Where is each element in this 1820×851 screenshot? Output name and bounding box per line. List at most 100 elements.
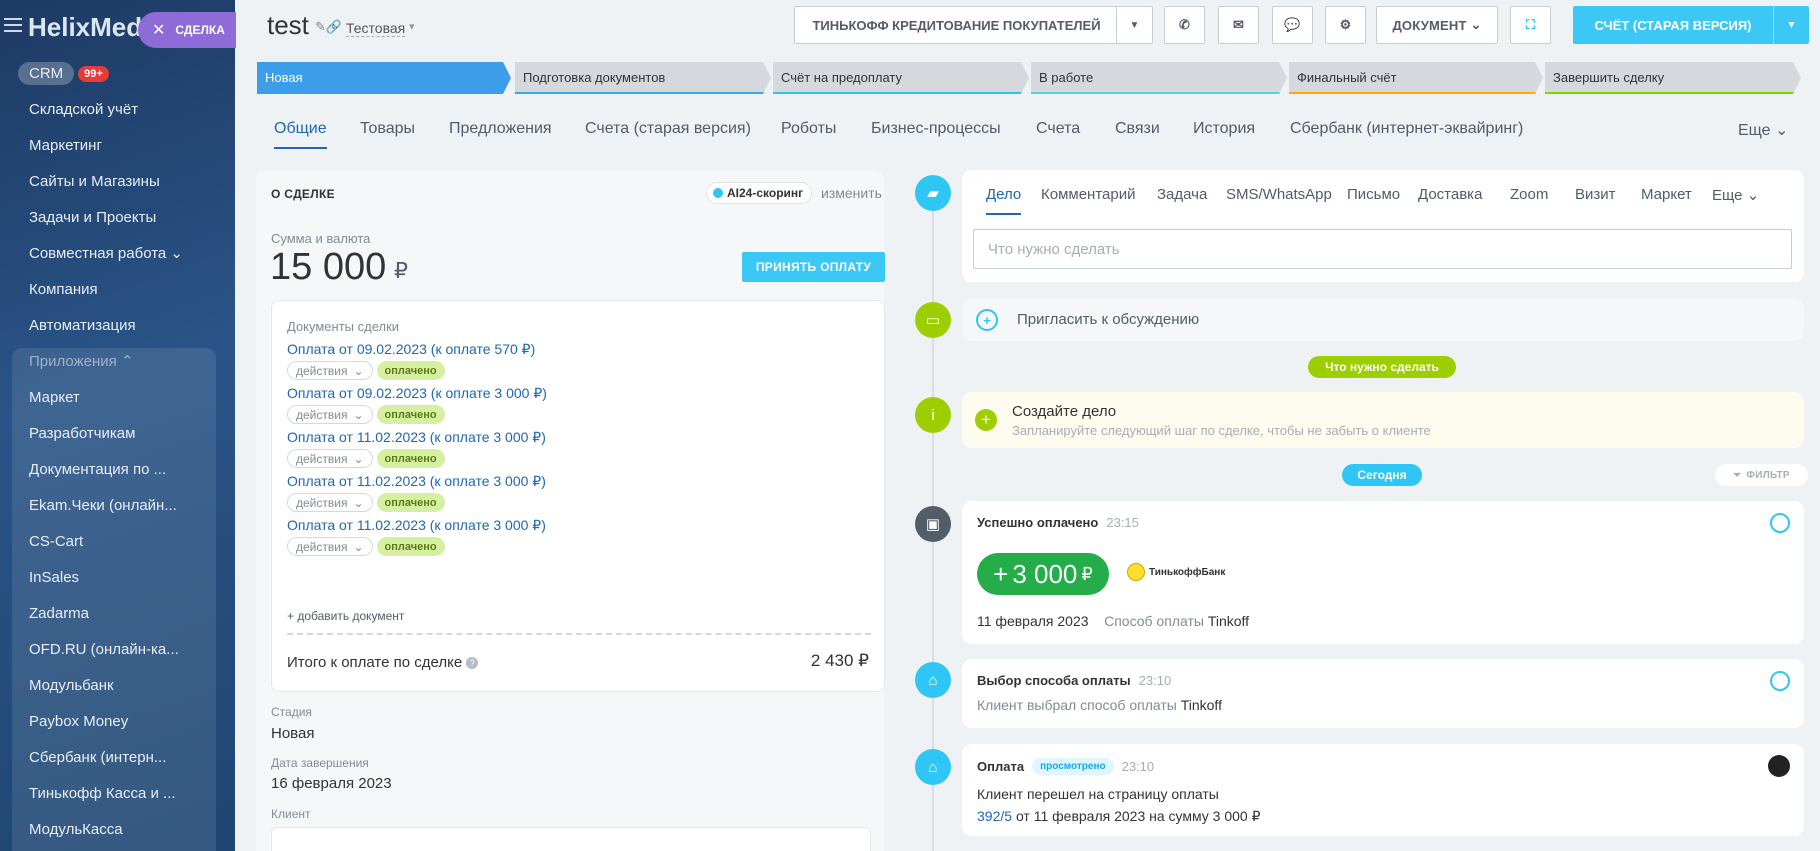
sidebar-item-tinkoff[interactable]: Тинькофф Касса и ...: [0, 776, 190, 812]
category-selector[interactable]: Тестовая: [346, 20, 406, 37]
ai-scoring-badge[interactable]: AI24-скоринг: [706, 182, 813, 204]
stage-final-invoice[interactable]: Финальный счёт: [1289, 62, 1543, 94]
tab-business-processes[interactable]: Бизнес-процессы: [871, 120, 1001, 138]
chat-button[interactable]: 💬: [1272, 6, 1313, 44]
tab-market[interactable]: Маркет: [1641, 186, 1692, 203]
accept-payment-button[interactable]: ПРИНЯТЬ ОПЛАТУ: [742, 252, 885, 282]
sidebar-item-modulbank[interactable]: Модульбанк: [0, 668, 190, 704]
sum-label: Сумма и валюта: [271, 231, 371, 246]
sidebar-item-cscart[interactable]: CS-Cart: [0, 524, 190, 560]
stage-prepay[interactable]: Счёт на предоплату: [773, 62, 1029, 94]
tab-activity[interactable]: Дело: [986, 186, 1022, 215]
tab-zoom[interactable]: Zoom: [1510, 186, 1548, 203]
tab-sms[interactable]: SMS/WhatsApp: [1226, 186, 1332, 203]
sidebar-item-sites[interactable]: Сайты и Магазины: [0, 164, 190, 200]
close-icon: ✕: [152, 22, 166, 39]
chevron-down-icon[interactable]: ▼: [1773, 6, 1809, 44]
tab-products[interactable]: Товары: [360, 120, 415, 138]
tab-links[interactable]: Связи: [1115, 120, 1160, 138]
document-link[interactable]: Оплата от 11.02.2023 (к оплате 3 000 ₽): [287, 429, 847, 446]
stage-new[interactable]: Новая: [257, 62, 511, 94]
tab-invoices-old[interactable]: Счета (старая версия): [585, 120, 751, 138]
document-link[interactable]: Оплата от 09.02.2023 (к оплате 3 000 ₽): [287, 385, 847, 402]
sidebar-item-warehouse[interactable]: Складской учёт: [0, 92, 190, 128]
edit-icon[interactable]: ✎🔗: [315, 19, 342, 35]
document-link[interactable]: Оплата от 11.02.2023 (к оплате 3 000 ₽): [287, 517, 847, 534]
invite-row[interactable]: + Пригласить к обсуждению: [962, 298, 1804, 341]
help-icon[interactable]: ?: [466, 656, 479, 669]
client-field[interactable]: [271, 827, 871, 851]
tinkoff-credit-button[interactable]: ТИНЬКОФФ КРЕДИТОВАНИЕ ПОКУПАТЕЛЕЙ ▼: [794, 6, 1153, 44]
tab-more[interactable]: Еще ⌄: [1738, 120, 1788, 140]
actions-dropdown[interactable]: действия ⌄: [287, 537, 373, 556]
menu-icon[interactable]: [4, 18, 22, 32]
sidebar-item-sberbank[interactable]: Сбербанк (интерн...: [0, 740, 190, 776]
document-button[interactable]: ДОКУМЕНТ ⌄: [1376, 6, 1498, 44]
actions-dropdown[interactable]: действия ⌄: [287, 449, 373, 468]
add-document-link[interactable]: + добавить документ: [287, 609, 404, 623]
document-link[interactable]: Оплата от 11.02.2023 (к оплате 3 000 ₽): [287, 473, 847, 490]
chevron-down-icon[interactable]: ▾: [409, 20, 415, 33]
tab-more-label: Еще: [1712, 187, 1743, 204]
sidebar-item-paybox[interactable]: Paybox Money: [0, 704, 190, 740]
sidebar-item-marketing[interactable]: Маркетинг: [0, 128, 190, 164]
tab-visit[interactable]: Визит: [1575, 186, 1616, 203]
close-deal-slider-button[interactable]: ✕ СДЕЛКА: [138, 12, 236, 48]
actions-dropdown[interactable]: действия ⌄: [287, 361, 373, 380]
add-icon[interactable]: +: [975, 409, 997, 431]
tab-robots[interactable]: Роботы: [781, 120, 836, 138]
sidebar-item-zadarma[interactable]: Zadarma: [0, 596, 190, 632]
deal-currency: ₽: [394, 258, 408, 283]
sidebar-item-tasks[interactable]: Задачи и Проекты: [0, 200, 190, 236]
invoice-old-button[interactable]: СЧЁТ (СТАРАЯ ВЕРСИЯ) ▼: [1573, 6, 1809, 44]
sidebar-item-apps[interactable]: Приложения ⌃: [0, 344, 190, 380]
tab-invoices[interactable]: Счета: [1036, 120, 1080, 138]
status-badge: оплачено: [376, 537, 445, 556]
settings-button[interactable]: ⚙: [1325, 6, 1366, 44]
sidebar-item-docs[interactable]: Документация по ...: [0, 452, 190, 488]
sidebar-item-ekam[interactable]: Ekam.Чеки (онлайн...: [0, 488, 190, 524]
tab-more[interactable]: Еще ⌄: [1712, 186, 1759, 204]
tab-task[interactable]: Задача: [1157, 186, 1207, 203]
sidebar-item-developers[interactable]: Разработчикам: [0, 416, 190, 452]
tab-offers[interactable]: Предложения: [449, 120, 552, 138]
change-link[interactable]: изменить: [821, 185, 882, 201]
logo[interactable]: HelixMedi: [28, 12, 149, 43]
stage-in-progress[interactable]: В работе: [1031, 62, 1287, 94]
stage-close-deal[interactable]: Завершить сделку: [1545, 62, 1801, 94]
page-title[interactable]: test: [267, 10, 309, 41]
actions-dropdown[interactable]: действия ⌄: [287, 405, 373, 424]
phone-button[interactable]: ✆: [1164, 6, 1205, 44]
sidebar-item-market[interactable]: Маркет: [0, 380, 190, 416]
sidebar-item-modulkassa[interactable]: МодульКасса: [0, 812, 190, 848]
sidebar-item-crm[interactable]: CRM 99+: [18, 62, 109, 85]
activity-input[interactable]: Что нужно сделать: [973, 229, 1792, 269]
email-button[interactable]: ✉: [1218, 6, 1259, 44]
sidebar-item-collaboration[interactable]: Совместная работа ⌄: [0, 236, 190, 272]
sidebar-item-company[interactable]: Компания: [0, 272, 190, 308]
stage-color-bar: [1545, 92, 1797, 94]
create-activity-hint[interactable]: + Создайте дело Запланируйте следующий ш…: [962, 392, 1804, 448]
tab-history[interactable]: История: [1193, 120, 1255, 138]
stage-field-value[interactable]: Новая: [271, 725, 314, 742]
sidebar-item-ofd[interactable]: OFD.RU (онлайн-ка...: [0, 632, 190, 668]
tab-email[interactable]: Письмо: [1347, 186, 1400, 203]
sidebar-item-insales[interactable]: InSales: [0, 560, 190, 596]
tab-comment[interactable]: Комментарий: [1041, 186, 1135, 203]
order-link[interactable]: 392/5: [977, 808, 1012, 824]
sidebar-item-automation[interactable]: Автоматизация: [0, 308, 190, 344]
document-link[interactable]: Оплата от 09.02.2023 (к оплате 570 ₽): [287, 341, 847, 358]
tab-general[interactable]: Общие: [274, 120, 327, 149]
actions-dropdown[interactable]: действия ⌄: [287, 493, 373, 512]
tab-sberbank[interactable]: Сбербанк (интернет-эквайринг): [1290, 120, 1523, 138]
tab-delivery[interactable]: Доставка: [1418, 186, 1482, 203]
close-date-value[interactable]: 16 февраля 2023: [271, 775, 392, 792]
chevron-down-icon: ⌄: [353, 407, 364, 422]
chevron-down-icon[interactable]: ▼: [1116, 7, 1152, 43]
client-label: Клиент: [271, 807, 311, 821]
stage-field-label: Стадия: [271, 705, 312, 719]
stage-docs[interactable]: Подготовка документов: [515, 62, 771, 94]
filter-button[interactable]: ⏷ ФИЛЬТР: [1715, 464, 1808, 486]
fullscreen-button[interactable]: ⛶: [1510, 6, 1551, 44]
basket-icon: ⌂: [915, 662, 951, 698]
